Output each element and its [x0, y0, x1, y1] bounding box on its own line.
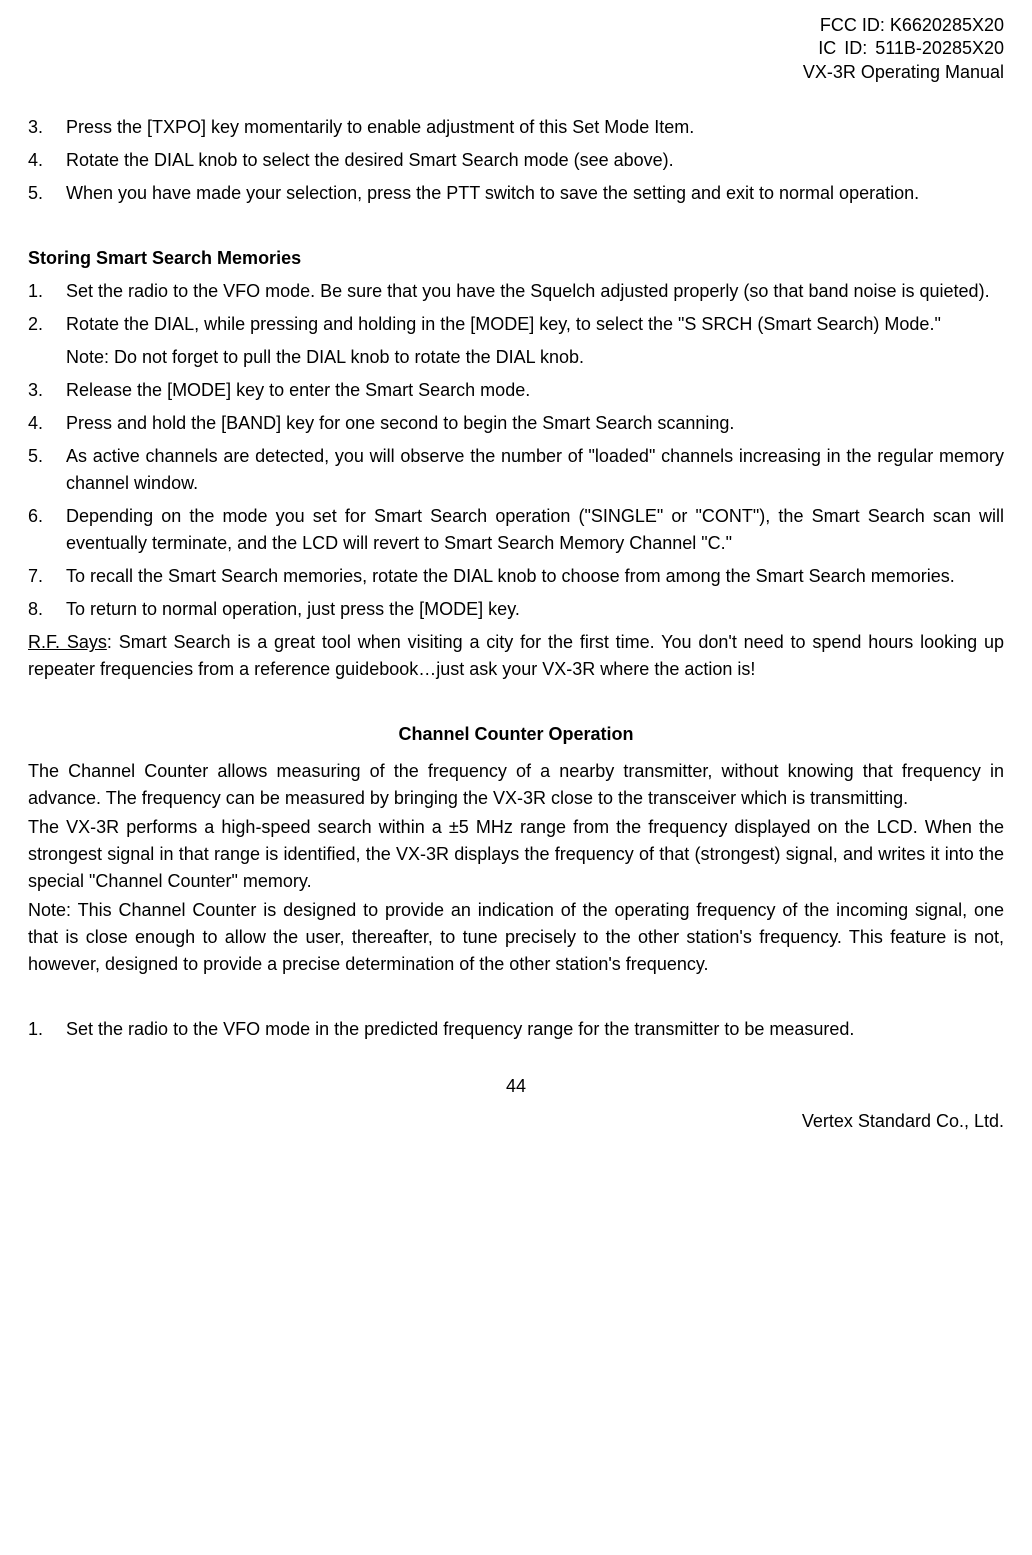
- paragraph: The Channel Counter allows measuring of …: [28, 758, 1004, 812]
- page-header: FCC ID: K6620285X20 IC ID: 511B-20285X20…: [28, 14, 1004, 84]
- list-text: Press and hold the [BAND] key for one se…: [66, 410, 1004, 437]
- list-item: 6. Depending on the mode you set for Sma…: [28, 503, 1004, 557]
- list-item: 5. When you have made your selection, pr…: [28, 180, 1004, 207]
- list-text: Release the [MODE] key to enter the Smar…: [66, 377, 1004, 404]
- list-num: 3.: [28, 377, 66, 404]
- list-text: To recall the Smart Search memories, rot…: [66, 563, 1004, 590]
- heading-channel-counter: Channel Counter Operation: [28, 721, 1004, 748]
- rf-says-text: : Smart Search is a great tool when visi…: [28, 632, 1004, 679]
- page-number: 44: [28, 1073, 1004, 1100]
- company-footer: Vertex Standard Co., Ltd.: [28, 1108, 1004, 1135]
- list-text: When you have made your selection, press…: [66, 180, 1004, 207]
- list-item: 7. To recall the Smart Search memories, …: [28, 563, 1004, 590]
- heading-storing: Storing Smart Search Memories: [28, 245, 1004, 272]
- list-text: Set the radio to the VFO mode. Be sure t…: [66, 278, 1004, 305]
- list-2: 1. Set the radio to the VFO mode. Be sur…: [28, 278, 1004, 623]
- list-1: 3. Press the [TXPO] key momentarily to e…: [28, 114, 1004, 207]
- list-num: 2.: [28, 311, 66, 338]
- fcc-id: FCC ID: K6620285X20: [28, 14, 1004, 37]
- list-item: 3. Press the [TXPO] key momentarily to e…: [28, 114, 1004, 141]
- list-num: 4.: [28, 147, 66, 174]
- list-num: 8.: [28, 596, 66, 623]
- rf-says-label: R.F. Says: [28, 632, 107, 652]
- paragraph: The VX-3R performs a high-speed search w…: [28, 814, 1004, 895]
- rf-says-paragraph: R.F. Says: Smart Search is a great tool …: [28, 629, 1004, 683]
- list-num: 6.: [28, 503, 66, 557]
- list-num: 3.: [28, 114, 66, 141]
- list-num: 1.: [28, 278, 66, 305]
- list-text: Press the [TXPO] key momentarily to enab…: [66, 114, 1004, 141]
- list-item: 5. As active channels are detected, you …: [28, 443, 1004, 497]
- list-text: Rotate the DIAL, while pressing and hold…: [66, 311, 1004, 338]
- list-text: To return to normal operation, just pres…: [66, 596, 1004, 623]
- list-num: 5.: [28, 443, 66, 497]
- list-text: Set the radio to the VFO mode in the pre…: [66, 1016, 1004, 1043]
- list-item: 4. Rotate the DIAL knob to select the de…: [28, 147, 1004, 174]
- list-item: 3. Release the [MODE] key to enter the S…: [28, 377, 1004, 404]
- manual-title: VX-3R Operating Manual: [28, 61, 1004, 84]
- list-item: 8. To return to normal operation, just p…: [28, 596, 1004, 623]
- list-num: 1.: [28, 1016, 66, 1043]
- note: Note: Do not forget to pull the DIAL kno…: [66, 344, 1004, 371]
- list-num: 7.: [28, 563, 66, 590]
- list-item: 1. Set the radio to the VFO mode in the …: [28, 1016, 1004, 1043]
- ic-id: IC ID: 511B-20285X20: [28, 37, 1004, 60]
- list-num: 5.: [28, 180, 66, 207]
- list-text: Depending on the mode you set for Smart …: [66, 503, 1004, 557]
- paragraph: Note: This Channel Counter is designed t…: [28, 897, 1004, 978]
- list-item: 2. Rotate the DIAL, while pressing and h…: [28, 311, 1004, 338]
- list-item: 1. Set the radio to the VFO mode. Be sur…: [28, 278, 1004, 305]
- list-item: 4. Press and hold the [BAND] key for one…: [28, 410, 1004, 437]
- list-4: 1. Set the radio to the VFO mode in the …: [28, 1016, 1004, 1043]
- list-num: 4.: [28, 410, 66, 437]
- list-text: As active channels are detected, you wil…: [66, 443, 1004, 497]
- list-text: Rotate the DIAL knob to select the desir…: [66, 147, 1004, 174]
